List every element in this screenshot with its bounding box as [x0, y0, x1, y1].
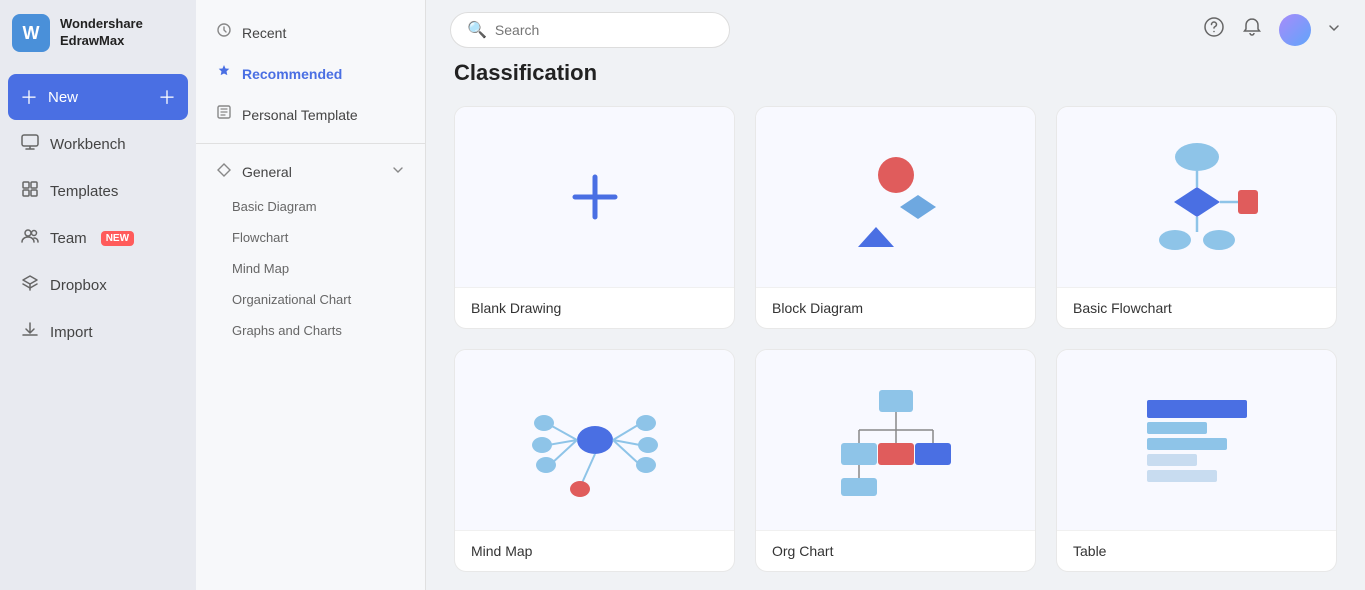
card-img-blank	[455, 107, 734, 287]
card-label-blank: Blank Drawing	[455, 287, 734, 328]
sidebar-nav: ＋ New ＋ Workbench	[0, 66, 196, 363]
general-label: General	[242, 164, 292, 180]
team-icon	[20, 226, 40, 251]
sidebar-item-team[interactable]: Team NEW	[8, 216, 188, 261]
card-img-flowchart	[1057, 107, 1336, 287]
mid-sub-item-graphs-charts[interactable]: Graphs and Charts	[196, 315, 425, 346]
search-box[interactable]: 🔍	[450, 12, 730, 48]
search-input[interactable]	[495, 22, 713, 38]
workbench-label: Workbench	[50, 136, 126, 153]
card-table[interactable]: Table	[1056, 349, 1337, 572]
divider	[196, 143, 425, 144]
plus-icon: ＋	[20, 84, 38, 110]
sidebar-item-import[interactable]: Import	[8, 310, 188, 355]
card-label-org: Org Chart	[756, 530, 1035, 571]
mid-item-recent[interactable]: Recent	[196, 12, 425, 53]
sidebar-item-workbench[interactable]: Workbench	[8, 122, 188, 167]
cards-grid: Blank Drawing Block Diagram	[454, 106, 1337, 572]
card-label-table: Table	[1057, 530, 1336, 571]
top-bar: 🔍	[426, 0, 1365, 60]
org-chart-sub-label: Organizational Chart	[232, 292, 351, 307]
sidebar-item-new[interactable]: ＋ New ＋	[8, 74, 188, 120]
basic-diagram-label: Basic Diagram	[232, 199, 317, 214]
main-content: 🔍	[426, 0, 1365, 590]
recommended-icon	[216, 63, 232, 84]
mid-sub-item-org-chart[interactable]: Organizational Chart	[196, 284, 425, 315]
diamond-icon	[216, 162, 232, 181]
dropdown-icon[interactable]	[1327, 21, 1341, 40]
flowchart-label: Flowchart	[232, 230, 288, 245]
sidebar: W Wondershare EdrawMax ＋ New ＋ Workbench	[0, 0, 196, 590]
new-plus-icon: ＋	[158, 84, 176, 110]
graphs-charts-label: Graphs and Charts	[232, 323, 342, 338]
chevron-down-icon	[391, 163, 405, 180]
mid-sub-item-flowchart[interactable]: Flowchart	[196, 222, 425, 253]
app-logo-icon: W	[12, 14, 50, 52]
card-label-block: Block Diagram	[756, 287, 1035, 328]
mid-item-personal-template[interactable]: Personal Template	[196, 94, 425, 135]
dropbox-label: Dropbox	[50, 277, 107, 294]
page-title: Classification	[454, 60, 1337, 86]
team-label: Team	[50, 230, 87, 247]
dropbox-icon	[20, 273, 40, 298]
templates-icon	[20, 179, 40, 204]
card-mind-map[interactable]: Mind Map	[454, 349, 735, 572]
card-img-table	[1057, 350, 1336, 530]
card-img-org	[756, 350, 1035, 530]
recent-label: Recent	[242, 25, 286, 41]
card-label-mindmap: Mind Map	[455, 530, 734, 571]
sidebar-item-dropbox[interactable]: Dropbox	[8, 263, 188, 308]
mid-item-recommended[interactable]: Recommended	[196, 53, 425, 94]
logo-area: W Wondershare EdrawMax	[0, 0, 196, 66]
content-area: Classification Blank Drawing	[426, 60, 1365, 590]
sidebar-item-templates[interactable]: Templates	[8, 169, 188, 214]
card-img-mindmap	[455, 350, 734, 530]
workbench-icon	[20, 132, 40, 157]
help-icon[interactable]	[1203, 16, 1225, 44]
app-name: Wondershare EdrawMax	[60, 16, 143, 50]
templates-label: Templates	[50, 183, 118, 200]
mid-panel: Recent Recommended Personal Template Gen	[196, 0, 426, 590]
top-right-icons	[1203, 14, 1341, 46]
notification-icon[interactable]	[1241, 16, 1263, 44]
card-blank-drawing[interactable]: Blank Drawing	[454, 106, 735, 329]
card-org-chart[interactable]: Org Chart	[755, 349, 1036, 572]
personal-template-icon	[216, 104, 232, 125]
personal-template-label: Personal Template	[242, 107, 358, 123]
import-icon	[20, 320, 40, 345]
new-label: New	[48, 89, 78, 106]
card-label-flowchart: Basic Flowchart	[1057, 287, 1336, 328]
card-basic-flowchart[interactable]: Basic Flowchart	[1056, 106, 1337, 329]
card-img-block	[756, 107, 1035, 287]
mid-sub-item-basic-diagram[interactable]: Basic Diagram	[196, 191, 425, 222]
import-label: Import	[50, 324, 93, 341]
avatar[interactable]	[1279, 14, 1311, 46]
team-badge: NEW	[101, 231, 134, 246]
mid-sub-item-mind-map[interactable]: Mind Map	[196, 253, 425, 284]
general-section-header[interactable]: General	[196, 152, 425, 191]
recent-icon	[216, 22, 232, 43]
search-icon: 🔍	[467, 20, 487, 40]
card-block-diagram[interactable]: Block Diagram	[755, 106, 1036, 329]
recommended-label: Recommended	[242, 66, 342, 82]
mind-map-label: Mind Map	[232, 261, 289, 276]
